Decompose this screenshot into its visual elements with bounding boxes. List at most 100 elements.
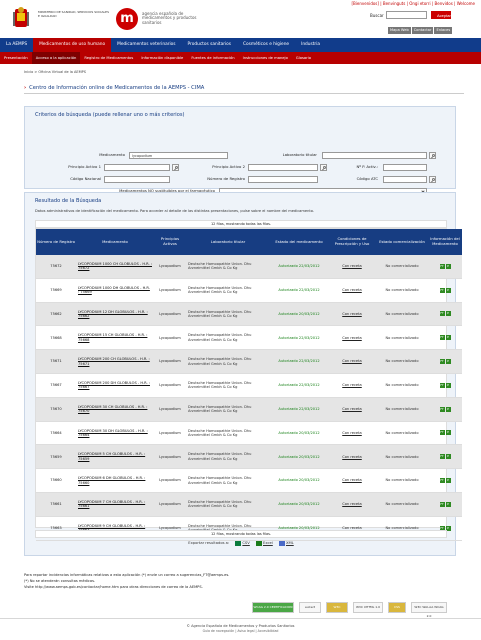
breadcrumb[interactable]: Inicio > Oficina Virtual de la AEMPS bbox=[24, 70, 86, 74]
contact-link[interactable]: Contactar bbox=[411, 27, 434, 34]
medication-link[interactable]: LYCOPODIUM 200 CH GLOBULOS - H.R. : 7567… bbox=[76, 349, 154, 374]
numero-registro-field[interactable] bbox=[248, 176, 318, 183]
export-xml-link[interactable]: XML bbox=[278, 539, 294, 548]
technical-sheet-icon[interactable]: FT bbox=[439, 501, 445, 507]
laboratorio-search-icon[interactable] bbox=[429, 152, 436, 159]
patient-leaflet-icon[interactable]: P bbox=[445, 454, 451, 460]
nav-la-aemps[interactable]: La AEMPS bbox=[0, 38, 33, 52]
subnav-acceso-aplicacion[interactable]: Acceso a la aplicación bbox=[31, 52, 81, 64]
laboratory-holder: Deutsche Homoopathie Union. Dhu Arzneimi… bbox=[186, 325, 270, 351]
prescription-link[interactable]: Con receta bbox=[328, 278, 376, 303]
site-search-input[interactable] bbox=[386, 11, 427, 19]
codigo-atc-search-icon[interactable] bbox=[429, 176, 436, 183]
site-header: MINISTERIO DE SANIDAD, SERVICIOS SOCIALE… bbox=[0, 0, 481, 38]
subnav-registro-medicamentos[interactable]: Registro de Medicamentos bbox=[80, 52, 137, 64]
principio-activo-2-field[interactable] bbox=[248, 164, 318, 171]
subnav-presentacion[interactable]: Presentación bbox=[0, 52, 32, 64]
nav-industria[interactable]: Industria bbox=[295, 38, 326, 52]
w3c-badge[interactable]: W3C bbox=[326, 601, 348, 613]
codigo-nacional-field[interactable] bbox=[104, 176, 170, 183]
css-badge[interactable]: CSS bbox=[388, 601, 406, 613]
prescription-link[interactable]: Con receta bbox=[328, 349, 376, 374]
num-principios-field[interactable] bbox=[383, 164, 427, 171]
medication-link[interactable]: LYCOPODIUM 15 CH GLOBULOS - H.R. : 75668 bbox=[76, 325, 154, 351]
patient-leaflet-icon[interactable]: P bbox=[445, 359, 451, 365]
medication-link[interactable]: LYCOPODIUM 200 DH GLOBULOS - H.R. : 7566… bbox=[76, 373, 154, 398]
medication-link[interactable]: LYCOPODIUM 7 CH GLOBULOS - H.R. : 75661 bbox=[76, 492, 154, 517]
technical-sheet-icon[interactable]: FT bbox=[439, 406, 445, 412]
visite-link[interactable]: Visite http://www.aemps.gob.es/contactar… bbox=[24, 585, 444, 591]
export-csv-link[interactable]: CSV bbox=[235, 539, 250, 548]
medication-link[interactable]: LYCOPODIUM 5 CH GLOBULOS - H.R. : 75659 bbox=[76, 444, 154, 470]
authorization-status: Autorizado 22/03/2012 bbox=[270, 325, 328, 351]
num-principios-label: Nº P. Activ.: bbox=[356, 164, 378, 169]
prescription-link[interactable]: Con receta bbox=[328, 373, 376, 398]
patient-leaflet-icon[interactable]: P bbox=[445, 287, 451, 293]
medication-link[interactable]: LYCOPODIUM 12 DH GLOBULOS - H.R. : 75662 bbox=[76, 302, 154, 327]
registration-number: 75671 bbox=[36, 349, 76, 374]
site-search-button[interactable]: Aceptar bbox=[431, 11, 451, 19]
principio-activo-1-field[interactable] bbox=[104, 164, 170, 171]
agency-logo[interactable]: m agencia española de medicamentos y pro… bbox=[116, 8, 206, 34]
technical-sheet-icon[interactable]: FT bbox=[439, 335, 445, 341]
patient-leaflet-icon[interactable]: P bbox=[445, 501, 451, 507]
column-header: Laboratorio titular bbox=[186, 229, 270, 255]
prescription-link[interactable]: Con receta bbox=[328, 255, 376, 279]
technical-sheet-icon[interactable]: FT bbox=[439, 454, 445, 460]
technical-sheet-icon[interactable]: FT bbox=[439, 478, 445, 484]
footer-links[interactable]: Guía de navegación | Aviso legal | Acces… bbox=[0, 629, 481, 634]
patient-leaflet-icon[interactable]: P bbox=[445, 430, 451, 436]
technical-sheet-icon[interactable]: FT bbox=[439, 359, 445, 365]
prescription-link[interactable]: Con receta bbox=[328, 302, 376, 327]
language-selector[interactable]: [Bienvenidos] | Benvinguts | Ongi etorri… bbox=[351, 1, 475, 7]
column-header: Estado del medicamento bbox=[270, 229, 328, 255]
document-icons: FT P bbox=[428, 397, 462, 422]
nav-medicamentos-veterinarios[interactable]: Medicamentos veterinarios bbox=[111, 38, 181, 52]
nav-productos-sanitarios[interactable]: Productos sanitarios bbox=[182, 38, 237, 52]
page-title-text: Centro de Información online de Medicame… bbox=[29, 85, 205, 91]
export-excel-link[interactable]: Excel bbox=[256, 539, 273, 548]
medication-link[interactable]: LYCOPODIUM 30 CH GLOBULOS - H.R. : 75670 bbox=[76, 397, 154, 422]
document-icons: FT P bbox=[428, 349, 462, 374]
active-ingredient: Lycopodium bbox=[154, 278, 186, 303]
prescription-link[interactable]: Con receta bbox=[328, 492, 376, 517]
patient-leaflet-icon[interactable]: P bbox=[445, 311, 451, 317]
nav-cosmeticos-higiene[interactable]: Cosméticos e higiene bbox=[237, 38, 295, 52]
prescription-link[interactable]: Con receta bbox=[328, 421, 376, 446]
principio-activo-2-search-icon[interactable] bbox=[320, 164, 327, 171]
links-link[interactable]: Enlaces bbox=[434, 27, 453, 34]
patient-leaflet-icon[interactable]: P bbox=[445, 406, 451, 412]
patient-leaflet-icon[interactable]: P bbox=[445, 335, 451, 341]
technical-sheet-icon[interactable]: FT bbox=[439, 263, 445, 269]
subnav-glosario[interactable]: Glosario bbox=[292, 52, 315, 64]
subnav-fuentes-informacion[interactable]: Fuentes de información bbox=[187, 52, 238, 64]
medication-link[interactable]: LYCOPODIUM 1000 CH GLOBULOS - H.R. : 756… bbox=[76, 255, 154, 279]
technical-sheet-icon[interactable]: FT bbox=[439, 430, 445, 436]
laboratory-holder: Deutsche Homoopathie Union. Dhu Arzneimi… bbox=[186, 349, 270, 374]
prescription-link[interactable]: Con receta bbox=[328, 397, 376, 422]
nav-medicamentos-uso-humano[interactable]: Medicamentos de uso humano bbox=[33, 38, 112, 52]
prescription-link[interactable]: Con receta bbox=[328, 468, 376, 493]
codigo-atc-field[interactable] bbox=[383, 176, 427, 183]
principio-activo-1-search-icon[interactable] bbox=[172, 164, 179, 171]
patient-leaflet-icon[interactable]: P bbox=[445, 263, 451, 269]
medication-link[interactable]: LYCOPODIUM 6 DH GLOBULOS - H.R. : 75660 bbox=[76, 468, 154, 493]
subnav-informacion-disponible[interactable]: Información disponible bbox=[137, 52, 187, 64]
prescription-link[interactable]: Con receta bbox=[328, 325, 376, 351]
prescription-link[interactable]: Con receta bbox=[328, 444, 376, 470]
technical-sheet-icon[interactable]: FT bbox=[439, 287, 445, 293]
medication-link[interactable]: LYCOPODIUM 1000 DH GLOBULOS - H.R. : 756… bbox=[76, 278, 154, 303]
medicamento-field[interactable]: lycopodium bbox=[129, 152, 228, 159]
laboratorio-field[interactable] bbox=[322, 152, 427, 159]
patient-leaflet-icon[interactable]: P bbox=[445, 382, 451, 388]
wcag-certification-badge[interactable]: WCAG 2.0 CERTIFICACION bbox=[252, 601, 294, 613]
xhtml-badge[interactable]: W3C XHTML 1.0 bbox=[353, 601, 383, 613]
technical-sheet-icon[interactable]: FT bbox=[439, 382, 445, 388]
site-map-link[interactable]: Mapa Web bbox=[388, 27, 411, 34]
subnav-instrucciones-manejo[interactable]: Instrucciones de manejo bbox=[239, 52, 292, 64]
medication-link[interactable]: LYCOPODIUM 30 DH GLOBULOS - H.R. : 75664 bbox=[76, 421, 154, 446]
wai-aa-badge[interactable]: W3C WAI-AA WCAG 2.0 bbox=[411, 601, 447, 618]
eucert-badge[interactable]: euCert bbox=[299, 601, 321, 613]
technical-sheet-icon[interactable]: FT bbox=[439, 311, 445, 317]
patient-leaflet-icon[interactable]: P bbox=[445, 478, 451, 484]
